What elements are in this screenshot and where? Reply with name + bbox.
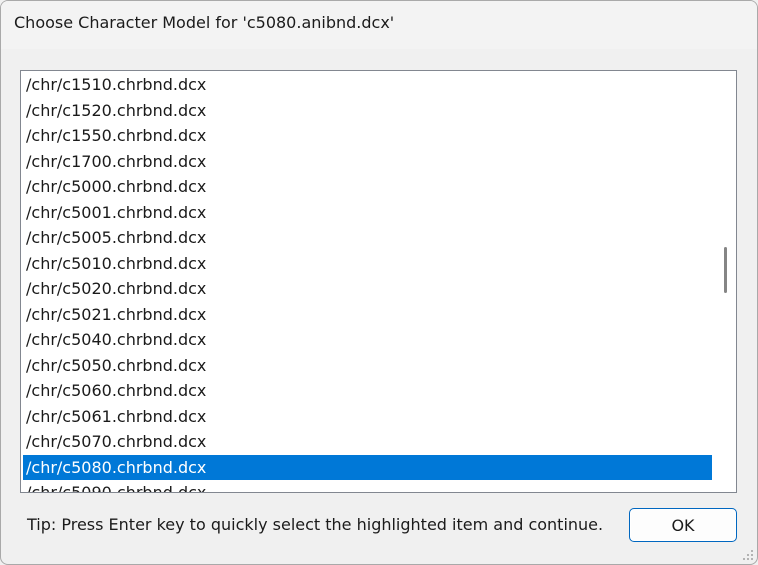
dialog-window: Choose Character Model for 'c5080.anibnd… — [0, 0, 758, 565]
list-item[interactable]: /chr/c5010.chrbnd.dcx — [23, 251, 712, 277]
list-item[interactable]: /chr/c5020.chrbnd.dcx — [23, 276, 712, 302]
dialog-title: Choose Character Model for 'c5080.anibnd… — [14, 13, 395, 32]
tip-text: Tip: Press Enter key to quickly select t… — [27, 515, 604, 534]
list-item[interactable]: /chr/c1550.chrbnd.dcx — [23, 123, 712, 149]
list-item[interactable]: /chr/c5090.chrbnd.dcx — [23, 480, 712, 492]
ok-button[interactable]: OK — [629, 508, 737, 542]
scrollbar-thumb[interactable] — [724, 247, 727, 293]
vertical-scrollbar[interactable] — [714, 71, 736, 492]
list-item[interactable]: /chr/c5005.chrbnd.dcx — [23, 225, 712, 251]
list-item[interactable]: /chr/c5000.chrbnd.dcx — [23, 174, 712, 200]
list-item-selected[interactable]: /chr/c5080.chrbnd.dcx — [23, 454, 712, 480]
character-model-list[interactable]: /chr/c1510.chrbnd.dcx /chr/c1520.chrbnd.… — [20, 70, 737, 493]
list-item[interactable]: /chr/c5070.chrbnd.dcx — [23, 429, 712, 455]
list-item[interactable]: /chr/c5061.chrbnd.dcx — [23, 404, 712, 430]
list-item[interactable]: /chr/c5021.chrbnd.dcx — [23, 302, 712, 328]
list-item[interactable]: /chr/c1510.chrbnd.dcx — [23, 72, 712, 98]
list-item[interactable]: /chr/c5040.chrbnd.dcx — [23, 327, 712, 353]
resize-grip-icon[interactable] — [742, 549, 754, 561]
list-item[interactable]: /chr/c5050.chrbnd.dcx — [23, 353, 712, 379]
list-item[interactable]: /chr/c5001.chrbnd.dcx — [23, 200, 712, 226]
list-item[interactable]: /chr/c5060.chrbnd.dcx — [23, 378, 712, 404]
list-item[interactable]: /chr/c1700.chrbnd.dcx — [23, 149, 712, 175]
list-items-container: /chr/c1510.chrbnd.dcx /chr/c1520.chrbnd.… — [23, 72, 712, 492]
list-item[interactable]: /chr/c1520.chrbnd.dcx — [23, 98, 712, 124]
title-bar[interactable]: Choose Character Model for 'c5080.anibnd… — [1, 1, 757, 49]
